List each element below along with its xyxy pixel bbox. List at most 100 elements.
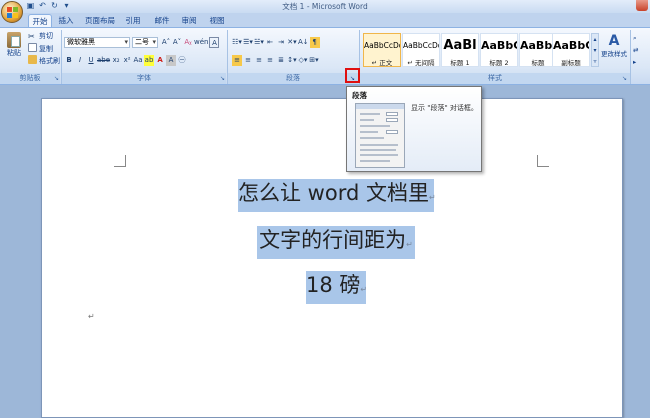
paragraph-mark: ↵	[428, 193, 436, 202]
style-no-spacing[interactable]: AaBbCcDd ↵ 无间隔	[402, 33, 440, 67]
italic-icon[interactable]: I	[75, 55, 85, 66]
char-border-icon[interactable]: A	[209, 37, 220, 48]
numbering-icon[interactable]: ☰▾	[243, 37, 253, 48]
office-logo-icon	[7, 7, 18, 18]
brush-icon	[28, 55, 37, 64]
styles-group-label: 样式	[360, 73, 630, 84]
document-page[interactable]: 怎么让 word 文档里↵ 文字的行间距为↵ 18 磅↵	[41, 98, 623, 418]
style-heading-1[interactable]: AaBl 标题 1	[441, 33, 479, 67]
strikethrough-icon[interactable]: abe	[97, 55, 110, 66]
tooltip-description: 显示 "段落" 对话框。	[411, 104, 478, 112]
tab-home[interactable]: 开始	[28, 14, 52, 27]
underline-icon[interactable]: U	[86, 55, 96, 66]
clear-format-icon[interactable]: Aᵪ	[183, 37, 193, 48]
group-separator	[630, 30, 631, 84]
clipboard-dialog-launcher[interactable]: ↘	[53, 75, 60, 82]
office-button[interactable]	[1, 1, 23, 23]
undo-icon[interactable]: ↶	[38, 1, 47, 10]
sort-icon[interactable]: A↓	[298, 37, 309, 48]
chinese-layout-icon[interactable]: ✕▾	[287, 37, 297, 48]
tooltip-title: 段落	[352, 91, 367, 100]
style-normal[interactable]: AaBbCcDd ↵ 正文	[363, 33, 401, 67]
font-name-combo[interactable]: 微软雅黑	[64, 37, 130, 48]
tab-references[interactable]: 引用	[123, 14, 143, 27]
align-left-icon[interactable]: ≡	[232, 55, 242, 66]
clipboard-group-label: 剪贴板	[0, 73, 60, 84]
format-painter-button[interactable]: 格式刷	[28, 55, 60, 66]
font-size-combo[interactable]: 二号	[132, 37, 158, 48]
paragraph-tooltip: 段落 显示 "段落" 对话框。	[346, 86, 482, 172]
customize-icon[interactable]: ▾	[62, 1, 71, 10]
tab-insert[interactable]: 插入	[56, 14, 76, 27]
distributed-icon[interactable]: ≣	[276, 55, 286, 66]
ribbon-tabs: 开始 插入 页面布局 引用 邮件 审阅 视图	[0, 13, 650, 27]
document-line-2[interactable]: 文字的行间距为↵	[257, 226, 415, 259]
paragraph-list-buttons: ☷▾ ☰▾ ☱▾ ⇤ ⇥ ✕▾ A↓ ¶	[232, 37, 320, 48]
font-group-label: 字体	[62, 73, 226, 84]
paragraph-mark: ↵	[406, 240, 413, 249]
document-line-1[interactable]: 怎么让 word 文档里↵	[238, 179, 436, 212]
line-spacing-icon[interactable]: ↕▾	[287, 55, 297, 66]
grow-font-icon[interactable]: A˄	[161, 37, 171, 48]
change-styles-icon: A	[608, 33, 620, 49]
title-bar: 文档 1 - Microsoft Word ▣ ↶ ↻ ▾	[0, 0, 650, 13]
shrink-font-icon[interactable]: A˅	[172, 37, 182, 48]
bullets-icon[interactable]: ☷▾	[232, 37, 242, 48]
save-icon[interactable]: ▣	[26, 1, 35, 10]
quick-access-toolbar: ▣ ↶ ↻ ▾	[26, 1, 71, 12]
bold-icon[interactable]: B	[64, 55, 74, 66]
copy-icon	[28, 43, 37, 52]
paragraph-align-buttons: ≡ ≡ ≡ ≡ ≣ ↕▾ ◇▾ ⊞▾	[232, 55, 319, 66]
decrease-indent-icon[interactable]: ⇤	[265, 37, 275, 48]
shading-icon[interactable]: ◇▾	[298, 55, 308, 66]
tab-view[interactable]: 视图	[207, 14, 227, 27]
document-line-3[interactable]: 18 磅↵	[306, 271, 368, 304]
cut-button[interactable]: ✂ 剪切	[28, 31, 53, 42]
select-icon: ▸	[633, 58, 637, 66]
increase-indent-icon[interactable]: ⇥	[276, 37, 286, 48]
redo-icon[interactable]: ↻	[50, 1, 59, 10]
borders-icon[interactable]: ⊞▾	[309, 55, 319, 66]
subscript-icon[interactable]: x₂	[111, 55, 121, 66]
font-dialog-launcher[interactable]: ↘	[219, 75, 226, 82]
highlight-color-icon[interactable]: ab	[144, 55, 155, 66]
multilevel-list-icon[interactable]: ☱▾	[254, 37, 264, 48]
tab-mailings[interactable]: 邮件	[152, 14, 172, 27]
font-color-icon[interactable]: A	[155, 55, 165, 66]
find-icon: ⌕	[633, 34, 637, 42]
char-shading-icon[interactable]: A	[166, 55, 177, 66]
margin-mark	[537, 155, 549, 167]
ribbon: 粘贴 ✂剪切 复制 格式刷 剪贴板 ↘ 微软雅黑 二号 A˄ A˅ Aᵪ wén…	[0, 27, 650, 85]
font-size-buttons: A˄ A˅ Aᵪ wén A	[161, 37, 220, 48]
change-styles-button[interactable]: A 更改样式	[601, 32, 627, 66]
show-marks-icon[interactable]: ¶	[309, 37, 320, 48]
align-center-icon[interactable]: ≡	[243, 55, 253, 66]
styles-gallery-scroll[interactable]: ▴ ▾ ▿	[591, 33, 599, 67]
change-case-icon[interactable]: Aa	[133, 55, 143, 66]
align-right-icon[interactable]: ≡	[254, 55, 264, 66]
tab-page-layout[interactable]: 页面布局	[83, 14, 117, 27]
phonetic-guide-icon[interactable]: wén	[194, 37, 208, 48]
superscript-icon[interactable]: x²	[122, 55, 132, 66]
enclose-char-icon[interactable]: ㊀	[177, 55, 187, 66]
tab-review[interactable]: 审阅	[179, 14, 199, 27]
font-format-buttons: B I U abe x₂ x² Aa ab A A ㊀	[64, 55, 187, 66]
window-title: 文档 1 - Microsoft Word	[282, 2, 368, 11]
paragraph-mark: ↵	[88, 312, 95, 321]
margin-mark	[114, 155, 126, 167]
paragraph-dialog-thumbnail	[355, 103, 405, 168]
paragraph-launcher-highlight	[345, 68, 360, 83]
paragraph-group-label: 段落	[228, 73, 358, 84]
close-window-button[interactable]	[636, 0, 648, 11]
scissors-icon: ✂	[28, 32, 35, 41]
replace-icon: ⇄	[633, 46, 639, 54]
copy-button[interactable]: 复制	[28, 43, 53, 54]
styles-dialog-launcher[interactable]: ↘	[621, 75, 628, 82]
document-area: 怎么让 word 文档里↵ 文字的行间距为↵ 18 磅↵ ↵	[0, 85, 650, 418]
style-heading-2[interactable]: AaBbC 标题 2	[480, 33, 518, 67]
style-subtitle[interactable]: AaBbC 副标题	[552, 33, 590, 67]
justify-icon[interactable]: ≡	[265, 55, 275, 66]
paste-button[interactable]: 粘贴	[4, 32, 24, 62]
paragraph-mark: ↵	[360, 285, 368, 294]
editing-group-partial[interactable]: ⌕ ⇄ ▸	[633, 32, 649, 66]
